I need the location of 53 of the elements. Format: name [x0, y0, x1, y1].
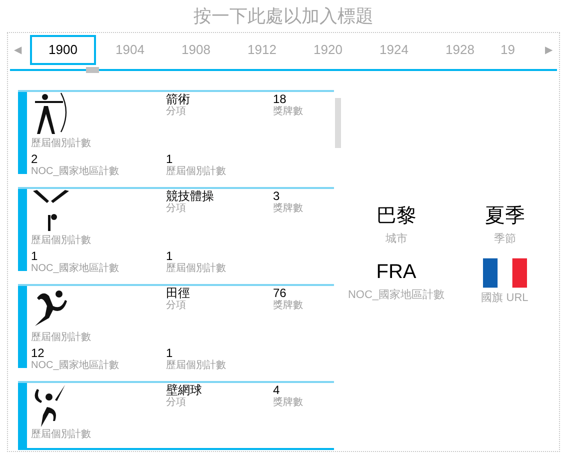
medal-count: 3 — [273, 189, 280, 203]
noc-value: FRA — [376, 260, 416, 285]
noc-count: 12 — [31, 346, 46, 360]
year-tab[interactable]: 1904 — [97, 35, 163, 65]
card-label: 分項 — [166, 397, 187, 409]
card-label: 歷屆個別計數 — [31, 429, 92, 441]
card-label: 歷屆個別計數 — [166, 263, 226, 275]
year-tab[interactable]: 1920 — [295, 35, 361, 65]
card-label: 分項 — [166, 106, 187, 118]
discipline-name: 競技體操 — [166, 189, 215, 203]
card-label: 歷屆個別計數 — [31, 332, 92, 344]
card-label: 獎牌數 — [273, 397, 303, 409]
card-label: 獎牌數 — [273, 300, 303, 312]
timeline-handle[interactable] — [86, 67, 99, 73]
entry-count: 1 — [166, 152, 174, 166]
city-value: 巴黎 — [376, 204, 416, 228]
previous-arrow[interactable]: ◀ — [14, 42, 30, 58]
season-label: 季節 — [494, 232, 516, 246]
card-label: 分項 — [166, 300, 187, 312]
city-label: 城市 — [385, 232, 408, 246]
year-tab[interactable]: 1924 — [361, 35, 427, 65]
card-label: NOC_國家地區計數 — [31, 166, 120, 178]
card-label: NOC_國家地區計數 — [31, 263, 120, 275]
scroll-thumb[interactable] — [335, 98, 341, 148]
report-title: 按一下此處以加入標題 — [194, 4, 374, 28]
medal-count: 76 — [273, 286, 288, 300]
year-tab[interactable]: 1908 — [163, 35, 229, 65]
noc-count: 2 — [31, 152, 39, 166]
discipline-name: 箭術 — [166, 92, 191, 106]
card-label: 歷屆個別計數 — [166, 360, 226, 372]
discipline-name: 壁網球 — [166, 383, 203, 397]
noc-label: NOC_國家地區計數 — [348, 288, 445, 303]
card-label: NOC_國家地區計數 — [31, 360, 120, 372]
card-label: 歷屆個別計數 — [31, 235, 92, 247]
card-label: 獎牌數 — [273, 106, 303, 118]
year-tab[interactable]: 19 — [493, 40, 515, 60]
discipline-name: 田徑 — [166, 286, 191, 300]
card-label: 歷屆個別計數 — [31, 138, 92, 150]
next-arrow[interactable]: ▶ — [539, 42, 553, 58]
medal-count: 18 — [273, 92, 288, 106]
medal-count: 4 — [273, 383, 280, 397]
season-value: 夏季 — [484, 204, 525, 228]
card-label: 分項 — [166, 203, 187, 215]
noc-count: 1 — [31, 249, 39, 263]
card-label: 獎牌數 — [273, 203, 303, 215]
flag-label: 國旗 URL — [481, 291, 528, 306]
year-tab[interactable]: 1912 — [229, 35, 295, 65]
flag-icon — [482, 258, 527, 288]
entry-count: 1 — [166, 346, 174, 360]
card-label: 歷屆個別計數 — [166, 166, 226, 178]
year-tab[interactable]: 1928 — [427, 35, 493, 65]
year-tab[interactable]: 1900 — [30, 35, 96, 65]
entry-count: 1 — [166, 249, 174, 263]
